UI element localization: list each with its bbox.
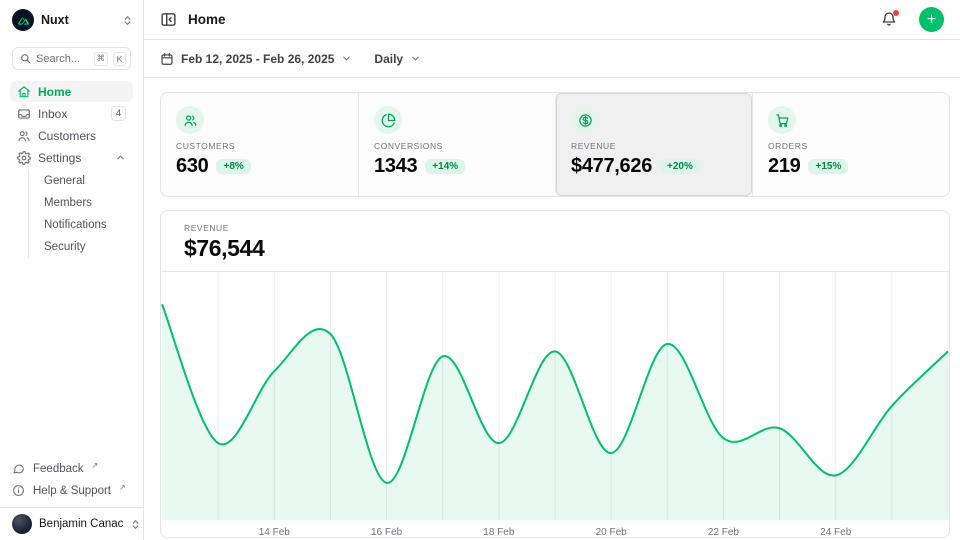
chevron-up-down-icon xyxy=(122,15,133,26)
sidebar-item-security[interactable]: Security xyxy=(29,236,133,258)
stat-delta-badge: +14% xyxy=(425,159,465,174)
sidebar-item-settings[interactable]: Settings xyxy=(10,147,133,168)
sidebar-item-general[interactable]: General xyxy=(29,170,133,192)
chat-bubble-icon xyxy=(12,462,26,476)
inbox-icon xyxy=(17,107,31,121)
settings-submenu: General Members Notifications Security xyxy=(28,170,133,258)
x-axis-tick-label: 16 Feb xyxy=(371,527,403,538)
stat-label: ORDERS xyxy=(768,141,934,151)
sidebar-spacer xyxy=(0,258,143,458)
stat-value: 219 xyxy=(768,155,800,178)
external-link-icon: ↗ xyxy=(119,483,126,492)
date-range-value: Feb 12, 2025 - Feb 26, 2025 xyxy=(181,52,334,66)
content: CUSTOMERS 630 +8% CONVERSIONS 1343 +14% xyxy=(144,78,960,540)
x-axis-tick-label: 20 Feb xyxy=(596,527,628,538)
chart-header: REVENUE $76,544 xyxy=(161,211,949,272)
help-support-link[interactable]: Help & Support ↗ xyxy=(10,480,133,502)
sidebar-item-label: Customers xyxy=(38,129,126,143)
collapse-sidebar-icon[interactable] xyxy=(160,11,178,29)
kbd-cmd: ⌘ xyxy=(94,52,109,66)
stat-label: CUSTOMERS xyxy=(176,141,343,151)
search-placeholder: Search... xyxy=(36,53,89,65)
sidebar: Nuxt Search... ⌘ K Home xyxy=(0,0,144,540)
chevron-up-icon xyxy=(115,152,126,163)
granularity-value: Daily xyxy=(374,52,403,66)
sidebar-item-notifications[interactable]: Notifications xyxy=(29,214,133,236)
search-icon xyxy=(20,53,31,64)
stat-label: CONVERSIONS xyxy=(374,141,540,151)
info-circle-icon xyxy=(12,484,26,498)
page-title: Home xyxy=(188,12,871,27)
stat-delta-badge: +20% xyxy=(660,159,700,174)
chevron-up-down-icon xyxy=(130,519,141,530)
granularity-select[interactable]: Daily xyxy=(374,52,421,66)
feedback-label: Feedback xyxy=(33,463,84,475)
page-header: Home + xyxy=(144,0,960,40)
workspace-switcher[interactable]: Nuxt xyxy=(12,8,133,32)
external-link-icon: ↗ xyxy=(92,461,99,470)
sidebar-item-label: Inbox xyxy=(38,107,104,121)
sidebar-item-members[interactable]: Members xyxy=(29,192,133,214)
calendar-icon xyxy=(160,52,174,66)
sidebar-item-customers[interactable]: Customers xyxy=(10,125,133,146)
help-support-label: Help & Support xyxy=(33,485,111,497)
nuxt-logo-icon xyxy=(12,9,34,31)
x-axis-tick-label: 24 Feb xyxy=(820,527,852,538)
notification-dot xyxy=(893,10,899,16)
stat-card-orders[interactable]: ORDERS 219 +15% xyxy=(752,93,949,196)
main-area: Home + Feb 12, 2025 - Feb 26, 2025 Daily xyxy=(144,0,960,540)
x-axis-tick-label: 22 Feb xyxy=(708,527,740,538)
stat-card-customers[interactable]: CUSTOMERS 630 +8% xyxy=(161,93,358,196)
home-icon xyxy=(17,85,31,99)
revenue-chart-card: REVENUE $76,544 14 Feb 16 Feb 18 Feb 20 Feb… xyxy=(160,210,950,538)
feedback-link[interactable]: Feedback ↗ xyxy=(10,458,133,480)
notifications-button[interactable] xyxy=(881,11,899,29)
filters-toolbar: Feb 12, 2025 - Feb 26, 2025 Daily xyxy=(144,40,960,78)
sidebar-item-label: Home xyxy=(38,85,126,99)
sidebar-item-inbox[interactable]: Inbox 4 xyxy=(10,103,133,124)
stat-value: 1343 xyxy=(374,155,417,178)
gear-icon xyxy=(17,151,31,165)
workspace-name: Nuxt xyxy=(41,13,115,27)
cart-icon xyxy=(768,106,796,134)
stat-card-conversions[interactable]: CONVERSIONS 1343 +14% xyxy=(358,93,555,196)
chart-metric-value: $76,544 xyxy=(184,235,926,262)
sidebar-item-home[interactable]: Home xyxy=(10,81,133,102)
chevron-down-icon xyxy=(410,53,421,64)
avatar xyxy=(12,514,32,534)
stats-strip: CUSTOMERS 630 +8% CONVERSIONS 1343 +14% xyxy=(160,92,950,197)
stat-label: REVENUE xyxy=(571,141,737,151)
stat-delta-badge: +8% xyxy=(216,159,250,174)
search-input[interactable]: Search... ⌘ K xyxy=(12,47,131,70)
chevron-down-icon xyxy=(341,53,352,64)
dashboard-app: Nuxt Search... ⌘ K Home xyxy=(0,0,960,540)
chart-metric-label: REVENUE xyxy=(184,223,926,233)
x-axis-tick-label: 18 Feb xyxy=(483,527,515,538)
stat-value: $477,626 xyxy=(571,155,652,178)
date-range-picker[interactable]: Feb 12, 2025 - Feb 26, 2025 xyxy=(160,52,352,66)
kbd-k: K xyxy=(113,52,126,66)
sidebar-footer-links: Feedback ↗ Help & Support ↗ xyxy=(10,458,133,502)
stat-value: 630 xyxy=(176,155,208,178)
revenue-area-chart[interactable]: 14 Feb 16 Feb 18 Feb 20 Feb 22 Feb 24 Feb xyxy=(161,272,949,538)
sidebar-nav: Home Inbox 4 Customers Settings xyxy=(10,81,133,258)
users-icon xyxy=(17,129,31,143)
sidebar-item-label: Settings xyxy=(38,151,108,165)
add-button[interactable]: + xyxy=(919,7,944,32)
x-axis-tick-label: 14 Feb xyxy=(259,527,291,538)
pie-chart-icon xyxy=(374,106,402,134)
inbox-count-badge: 4 xyxy=(111,106,126,121)
stat-card-revenue[interactable]: REVENUE $477,626 +20% xyxy=(555,93,752,196)
dollar-circle-icon xyxy=(571,106,599,134)
user-menu[interactable]: Benjamin Canac xyxy=(0,507,143,540)
users-icon xyxy=(176,106,204,134)
stat-delta-badge: +15% xyxy=(808,159,848,174)
user-name: Benjamin Canac xyxy=(39,518,123,530)
